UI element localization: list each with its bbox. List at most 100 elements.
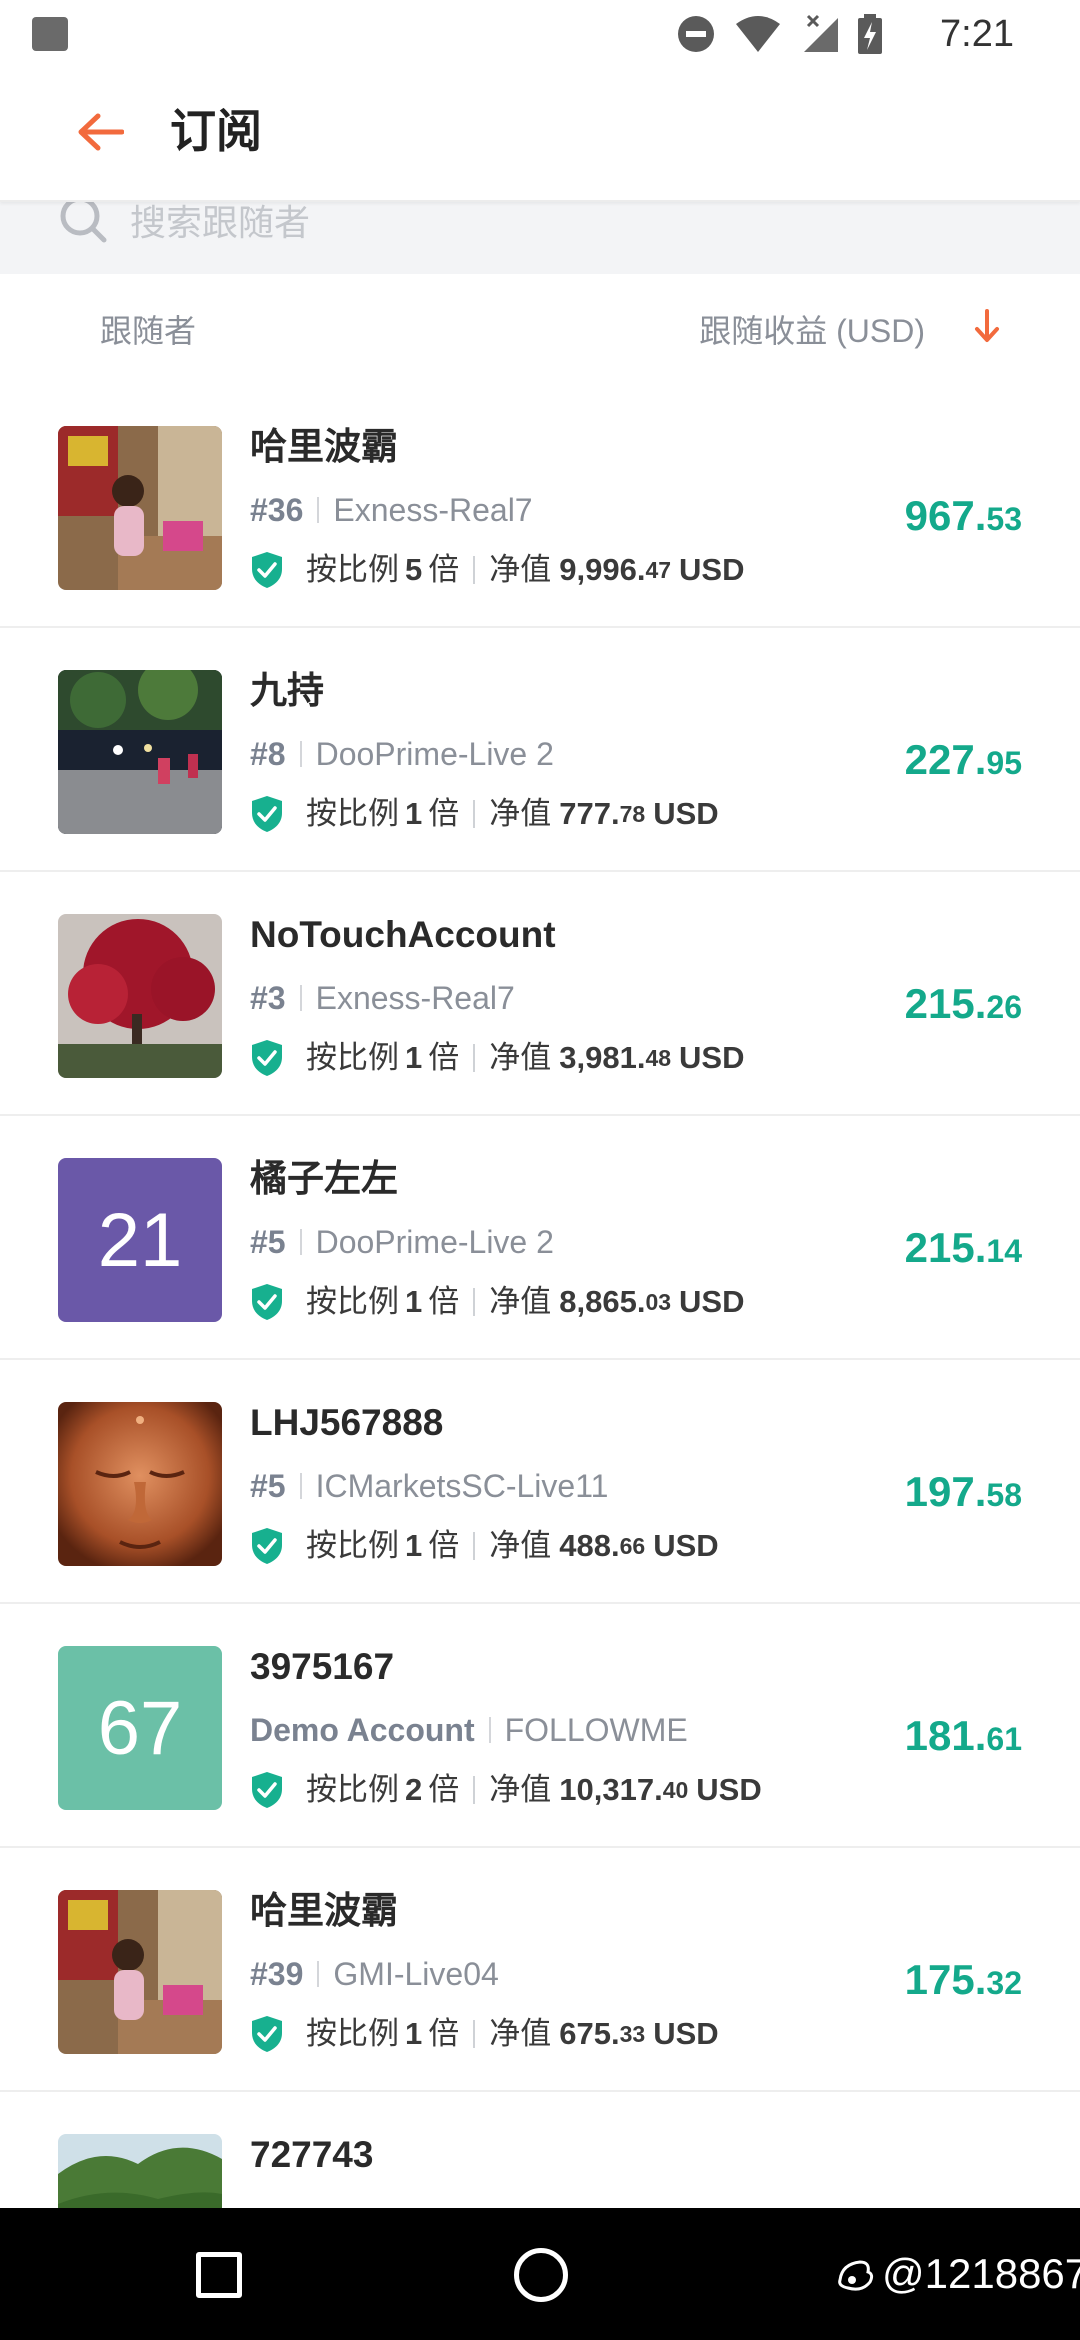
equity-decimal: 33	[619, 2021, 646, 2047]
search-bar[interactable]	[0, 202, 1080, 274]
status-bar: 7:21	[0, 0, 1080, 66]
arrow-down-icon[interactable]	[972, 308, 1002, 344]
follower-name: 橘子左左	[250, 1158, 398, 1199]
weibo-logo-icon	[838, 2260, 874, 2291]
divider	[473, 1532, 476, 1560]
follower-rank: #5	[250, 1224, 286, 1260]
follower-profit: 181.61	[905, 1708, 1022, 1767]
follower-stats: 按比例 1 倍 净值 777. 78 USD	[250, 792, 719, 836]
equity-label: 净值	[489, 1528, 552, 1563]
follower-stats: 按比例 1 倍 净值 675. 33 USD	[250, 2012, 719, 2056]
equity-value: 675.	[559, 2016, 620, 2051]
follower-row[interactable]: 九持 #8 DooPrime-Live 2 按比例 1 倍 净值 777. 78 …	[0, 628, 1080, 872]
home-icon[interactable]	[514, 2248, 568, 2302]
avatar-number: 21	[58, 1158, 222, 1322]
column-header-followers: 跟随者	[100, 313, 197, 349]
follower-stats: 按比例 1 倍 净值 3,981. 48 USD	[250, 1036, 745, 1080]
profit-decimal: 53	[986, 501, 1022, 537]
follower-profit: 175.32	[905, 1952, 1022, 2011]
equity-currency: USD	[653, 1528, 719, 1563]
avatar	[58, 670, 222, 834]
profit-decimal: 61	[986, 1721, 1022, 1757]
system-nav-bar: @1218867	[0, 2208, 1080, 2340]
equity-decimal: 78	[619, 801, 646, 827]
ratio-value: 1	[405, 1528, 423, 1563]
profit-value: 181.	[904, 1712, 987, 1759]
follower-profit: 215.26	[905, 976, 1022, 1035]
follower-server: DooPrime-Live 2	[315, 736, 554, 772]
equity-decimal: 66	[619, 1533, 646, 1559]
ratio-unit: 倍	[428, 796, 460, 831]
follower-name: 哈里波霸	[250, 426, 398, 467]
follower-server: Exness-Real7	[333, 492, 533, 528]
equity-decimal: 03	[645, 1289, 672, 1315]
app-bar: 订阅	[0, 66, 1080, 202]
divider	[488, 1717, 491, 1743]
ratio-value: 1	[405, 1284, 423, 1319]
shield-check-icon	[252, 1528, 282, 1564]
equity-currency: USD	[653, 796, 719, 831]
follower-name: 3975167	[250, 1646, 395, 1687]
equity-value: 8,865.	[559, 1284, 646, 1319]
equity-currency: USD	[696, 1772, 762, 1807]
ratio-unit: 倍	[428, 2016, 460, 2051]
back-button[interactable]	[70, 102, 130, 162]
profit-value: 215.	[904, 1224, 987, 1271]
shield-check-icon	[252, 1040, 282, 1076]
divider	[473, 1776, 476, 1804]
search-input[interactable]	[130, 202, 930, 248]
equity-label: 净值	[489, 552, 552, 587]
divider	[473, 800, 476, 828]
equity-value: 10,317.	[559, 1772, 663, 1807]
ratio-unit: 倍	[428, 1284, 460, 1319]
ratio-value: 1	[405, 796, 423, 831]
follower-stats: 按比例 1 倍 净值 8,865. 03 USD	[250, 1280, 745, 1324]
avatar: 21	[58, 1158, 222, 1322]
profit-value: 175.	[904, 1956, 987, 2003]
follower-row[interactable]: NoTouchAccount #3 Exness-Real7 按比例 1 倍 净…	[0, 872, 1080, 1116]
avatar-photo-red-tree	[58, 914, 222, 1078]
follower-meta: Demo Account FOLLOWME	[250, 1708, 688, 1752]
follower-rank: #8	[250, 736, 286, 772]
follower-profit: 215.14	[905, 1220, 1022, 1279]
profit-value: 197.	[904, 1468, 987, 1515]
equity-currency: USD	[679, 1284, 745, 1319]
ratio-label: 按比例	[306, 1284, 399, 1319]
follower-list: 哈里波霸 #36 Exness-Real7 按比例 5 倍 净值 9,996. 4…	[0, 384, 1080, 2336]
follower-meta: #8 DooPrime-Live 2	[250, 732, 554, 776]
follower-row[interactable]: 哈里波霸 #39 GMI-Live04 按比例 1 倍 净值 675. 33 US…	[0, 1848, 1080, 2092]
divider	[299, 1229, 302, 1255]
equity-value: 9,996.	[559, 552, 646, 587]
follower-row[interactable]: 21 橘子左左 #5 DooPrime-Live 2 按比例 1 倍 净值 8,…	[0, 1116, 1080, 1360]
avatar: 67	[58, 1646, 222, 1810]
ratio-label: 按比例	[306, 1528, 399, 1563]
ratio-label: 按比例	[306, 552, 399, 587]
profit-decimal: 58	[986, 1477, 1022, 1513]
ratio-value: 2	[405, 1772, 423, 1807]
follower-profit: 967.53	[905, 488, 1022, 547]
divider	[317, 497, 320, 523]
follower-rank: #3	[250, 980, 286, 1016]
equity-label: 净值	[489, 2016, 552, 2051]
follower-row[interactable]: 67 3975167 Demo Account FOLLOWME 按比例 2 倍…	[0, 1604, 1080, 1848]
follower-row[interactable]: 哈里波霸 #36 Exness-Real7 按比例 5 倍 净值 9,996. 4…	[0, 384, 1080, 628]
profit-decimal: 14	[986, 1233, 1022, 1269]
ratio-unit: 倍	[428, 1772, 460, 1807]
follower-server: FOLLOWME	[504, 1712, 688, 1748]
equity-decimal: 48	[645, 1045, 672, 1071]
follower-row[interactable]: LHJ567888 #5 ICMarketsSC-Live11 按比例 1 倍 …	[0, 1360, 1080, 1604]
avatar-number: 67	[58, 1646, 222, 1810]
recent-apps-icon[interactable]	[196, 2252, 242, 2298]
ratio-label: 按比例	[306, 2016, 399, 2051]
follower-server: Exness-Real7	[315, 980, 515, 1016]
shield-check-icon	[252, 796, 282, 832]
ratio-value: 5	[405, 552, 423, 587]
follower-stats: 按比例 2 倍 净值 10,317. 40 USD	[250, 1768, 762, 1812]
profit-value: 967.	[904, 492, 987, 539]
column-header-profit[interactable]: 跟随收益 (USD)	[699, 306, 925, 352]
divider	[473, 2020, 476, 2048]
equity-value: 488.	[559, 1528, 620, 1563]
follower-meta: #39 GMI-Live04	[250, 1952, 499, 1996]
avatar-photo-child	[58, 1890, 222, 2054]
profit-value: 215.	[904, 980, 987, 1027]
